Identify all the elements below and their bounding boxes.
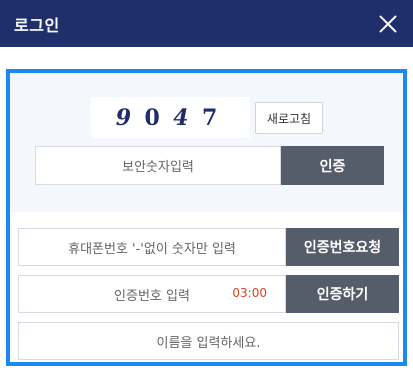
verification-code-input[interactable]: 인증번호 입력 03:00	[18, 275, 286, 313]
close-icon	[379, 15, 397, 33]
close-button[interactable]	[373, 9, 403, 39]
captcha-digit: 0	[144, 104, 160, 131]
countdown-timer: 03:00	[232, 286, 267, 300]
captcha-panel: 9 0 4 7 새로고침 보안숫자입력 인증	[10, 73, 403, 212]
name-input[interactable]: 이름을 입력하세요.	[18, 322, 399, 360]
captcha-verify-button[interactable]: 인증	[281, 146, 384, 185]
phone-input[interactable]: 휴대폰번호 '-'없이 숫자만 입력	[18, 228, 286, 266]
captcha-input[interactable]: 보안숫자입력	[35, 146, 281, 185]
request-code-button[interactable]: 인증번호요청	[286, 228, 399, 266]
captcha-digit: 7	[201, 104, 218, 131]
login-header: 로그인	[0, 0, 413, 47]
verify-code-button[interactable]: 인증하기	[286, 275, 399, 313]
login-form: 9 0 4 7 새로고침 보안숫자입력 인증 휴대폰번호 '-'없이 숫자만 입…	[6, 69, 407, 366]
page-title: 로그인	[14, 16, 60, 35]
captcha-refresh-button[interactable]: 새로고침	[255, 102, 323, 134]
captcha-image: 9 0 4 7	[91, 97, 250, 138]
verification-code-placeholder: 인증번호 입력	[114, 288, 190, 304]
captcha-digit: 4	[173, 104, 189, 131]
captcha-digit: 9	[115, 104, 132, 131]
